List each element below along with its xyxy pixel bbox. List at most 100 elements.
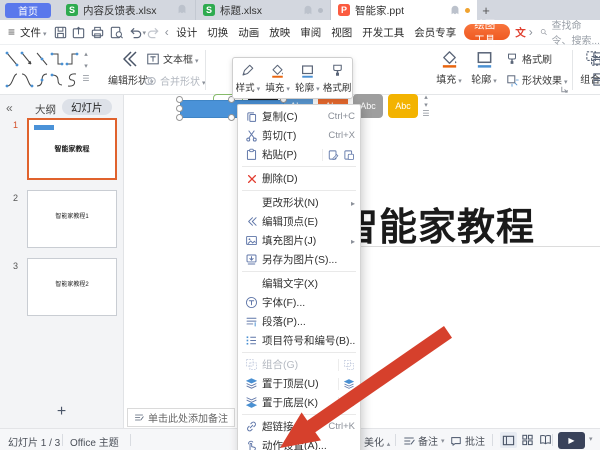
arrow-line-shape-icon[interactable] [20, 50, 34, 68]
elbow-connector-icon[interactable] [65, 50, 79, 68]
menu-item-send-to-back[interactable]: 置于底层(K) [238, 393, 360, 412]
format-painter-button[interactable]: 格式刷 [505, 51, 552, 66]
elbow-connector-icon[interactable] [50, 50, 64, 68]
file-menu[interactable]: 文件 [20, 25, 47, 40]
menu-item-paragraph[interactable]: 段落(P)... [238, 312, 360, 331]
shape-style-chip-6[interactable]: Abc [388, 94, 418, 118]
resize-handle-nw[interactable] [176, 96, 183, 103]
theme-name[interactable]: Office 主题 [70, 434, 119, 449]
new-tab-button[interactable]: + [477, 3, 495, 18]
line-shape-icon[interactable] [35, 50, 49, 68]
menu-item-save-as-picture[interactable]: 另存为图片(S)... [238, 250, 360, 269]
reading-view-icon[interactable] [539, 433, 552, 446]
save-icon[interactable] [53, 25, 68, 40]
menu-item-copy[interactable]: 复制(C) Ctrl+C [238, 107, 360, 126]
fill-quick-button[interactable]: 填充 [263, 58, 293, 98]
ribbon-tabs-scroll-left-icon[interactable] [165, 25, 169, 39]
slide-title-text[interactable]: 智能家教程 [340, 196, 535, 251]
font-icon [245, 296, 258, 309]
menu-item-change-shape[interactable]: 更改形状(N) [238, 193, 360, 212]
line-shape-icon[interactable] [5, 50, 19, 68]
tab-animation[interactable]: 动画 [238, 25, 259, 40]
scroll-down-icon[interactable]: ▾ [80, 61, 92, 73]
comments-button[interactable]: 批注 [450, 433, 485, 448]
style-quick-button[interactable]: 样式 [233, 58, 263, 98]
add-slide-button[interactable]: + [0, 403, 123, 421]
resize-handle-w[interactable] [176, 105, 183, 112]
menu-item-delete[interactable]: 删除(D) [238, 169, 360, 188]
resize-handle-sw[interactable] [176, 114, 183, 121]
fill-button[interactable]: 填充 [433, 49, 465, 86]
menu-item-bullets-numbering[interactable]: 项目符号和编号(B)... [238, 331, 360, 350]
redo-icon[interactable] [146, 25, 161, 40]
curved-connector-icon[interactable] [5, 71, 19, 89]
play-slideshow-button[interactable]: ▶ [558, 431, 585, 449]
tab-developer[interactable]: 开发工具 [362, 25, 404, 40]
slide-canvas[interactable] [124, 95, 600, 428]
outline-quick-button[interactable]: 轮廓 [293, 58, 323, 98]
print-icon[interactable] [90, 25, 105, 40]
merge-shapes-button[interactable]: 合并形状 [143, 73, 206, 88]
scroll-up-icon[interactable]: ▴ [421, 94, 431, 102]
tab-design[interactable]: 设计 [176, 25, 197, 40]
doc-tab-active[interactable]: P 智能家.ppt [331, 0, 477, 20]
s-curve-shape-icon[interactable] [65, 71, 79, 89]
command-search-input[interactable]: 查找命令、搜索... [552, 17, 600, 47]
menu-item-edit-points[interactable]: 编辑顶点(E) [238, 212, 360, 231]
tab-review[interactable]: 审阅 [300, 25, 321, 40]
tab-membership[interactable]: 会员专享 [414, 25, 456, 40]
ribbon-tabs-scroll-right-icon[interactable] [529, 25, 533, 39]
slide-thumbnail-3[interactable]: 智能家教程2 [27, 258, 117, 316]
hamburger-icon[interactable]: ≡ [8, 25, 15, 39]
tab-view[interactable]: 视图 [331, 25, 352, 40]
shape-effects-button[interactable]: 形状效果 [505, 72, 568, 87]
tab-slideshow[interactable]: 放映 [269, 25, 290, 40]
dialog-launcher-icon[interactable] [560, 85, 569, 94]
menu-item-bring-to-front[interactable]: 置于顶层(U) [238, 374, 360, 393]
tab-slides-active[interactable]: 幻灯片 [62, 99, 112, 115]
menu-item-paste[interactable]: 粘贴(P) [238, 145, 360, 164]
text-box-button[interactable]: 文本框 [146, 51, 199, 66]
curved-connector-icon[interactable] [50, 71, 64, 89]
print-preview-icon[interactable] [109, 25, 124, 40]
notes-toggle-button[interactable]: 备注 ▾ [403, 433, 445, 448]
play-options-caret-icon[interactable]: ▾ [589, 435, 593, 443]
resize-handle-s[interactable] [228, 114, 235, 121]
beautify-button[interactable]: 美化 ▴ [364, 434, 390, 449]
menu-item-cut[interactable]: 剪切(T) Ctrl+X [238, 126, 360, 145]
tab-transition[interactable]: 切换 [207, 25, 228, 40]
doc-tab-2[interactable]: S 标题.xlsx [196, 0, 331, 20]
collapse-panel-icon[interactable]: « [6, 101, 13, 115]
doc-tab-1[interactable]: S 内容反馈表.xlsx [59, 0, 196, 20]
export-icon[interactable] [71, 25, 86, 40]
gallery-more-icon[interactable]: ☰ [421, 110, 431, 118]
notes-bar[interactable]: 单击此处添加备注 [127, 408, 235, 427]
gallery-more-icon[interactable]: ☰ [80, 73, 92, 85]
outline-button[interactable]: 轮廓 [468, 49, 500, 86]
menu-item-edit-text[interactable]: 编辑文字(X) [238, 274, 360, 293]
search-icon[interactable] [540, 26, 547, 38]
rotate-icon[interactable] [592, 72, 600, 87]
home-button[interactable]: 首页 [5, 2, 51, 18]
scroll-up-icon[interactable]: ▴ [80, 49, 92, 61]
slide-thumbnail-1[interactable]: 智能家教程 [27, 118, 117, 180]
menu-item-action-settings[interactable]: 动作设置(A)... [238, 436, 360, 450]
send-backward-icon[interactable] [343, 397, 355, 409]
align-icon[interactable] [592, 51, 600, 66]
text-tools-badge[interactable]: 文 [515, 25, 526, 40]
curved-connector-icon[interactable] [35, 71, 49, 89]
paste-as-picture-icon[interactable] [343, 149, 355, 161]
format-painter-quick-button[interactable]: 格式刷 [322, 58, 352, 98]
slide-sorter-view-icon[interactable] [521, 433, 534, 446]
paste-special-icon[interactable] [327, 149, 339, 161]
tab-drawing-tools-active[interactable]: 绘图工具 [464, 19, 511, 46]
menu-item-fill-picture[interactable]: 填充图片(J) [238, 231, 360, 250]
menu-item-font[interactable]: 字体(F)... [238, 293, 360, 312]
presentation-app-icon: P [338, 4, 350, 16]
bring-forward-icon[interactable] [343, 378, 355, 390]
curved-connector-icon[interactable] [20, 71, 34, 89]
slide-thumbnail-2[interactable]: 智能家教程1 [27, 190, 117, 248]
tab-outline[interactable]: 大纲 [35, 102, 56, 117]
menu-item-hyperlink[interactable]: 超链接(H)... Ctrl+K [238, 417, 360, 436]
normal-view-button[interactable] [500, 432, 517, 448]
